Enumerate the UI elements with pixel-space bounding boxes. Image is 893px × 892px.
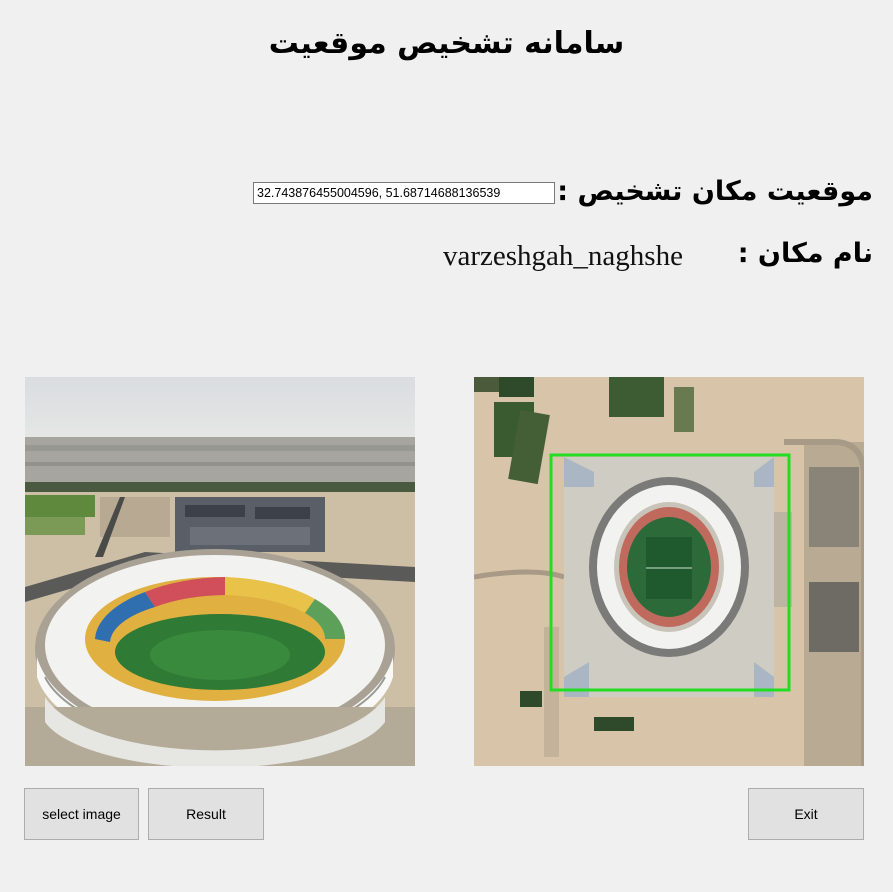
coordinates-field[interactable]: 32.743876455004596, 51.68714688136539 bbox=[253, 182, 555, 204]
select-image-button[interactable]: select image bbox=[24, 788, 139, 840]
coordinates-label: موقعیت مکان تشخیص : bbox=[557, 176, 873, 207]
result-button[interactable]: Result bbox=[148, 788, 264, 840]
satellite-map-graphic bbox=[474, 377, 864, 766]
query-photo bbox=[25, 377, 415, 766]
satellite-map bbox=[474, 377, 864, 766]
stadium-photo-graphic bbox=[25, 377, 415, 766]
place-name-value: varzeshgah_naghshe bbox=[443, 240, 683, 272]
app-title: سامانه تشخیص موقعیت bbox=[268, 26, 625, 61]
place-name-label: نام مکان : bbox=[737, 238, 873, 269]
exit-button[interactable]: Exit bbox=[748, 788, 864, 840]
